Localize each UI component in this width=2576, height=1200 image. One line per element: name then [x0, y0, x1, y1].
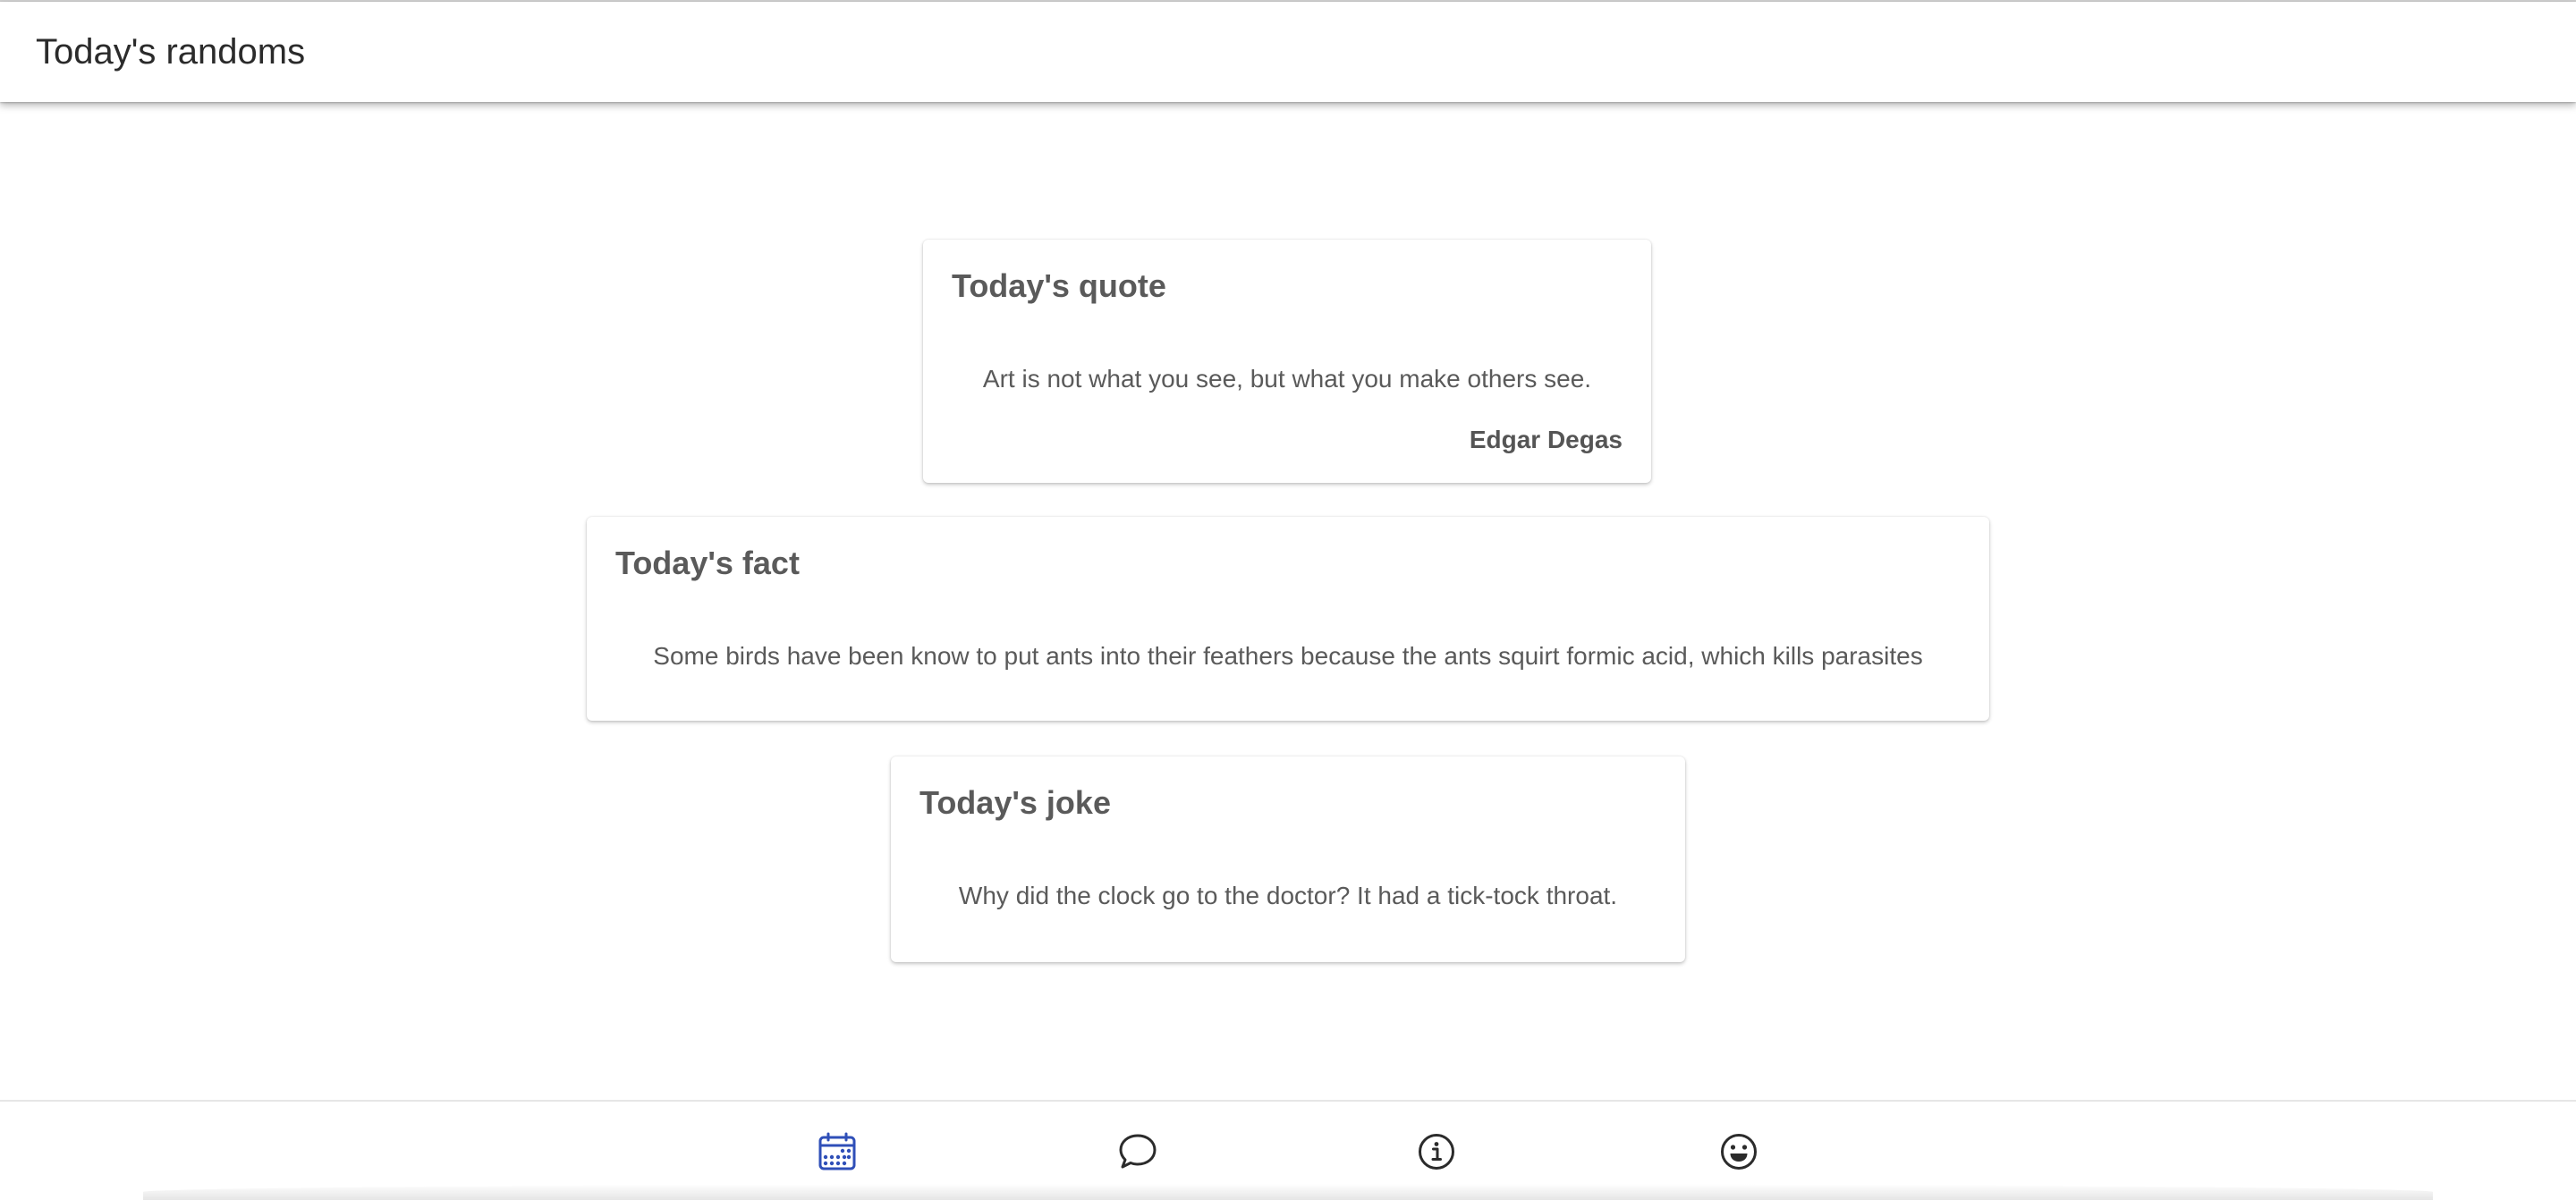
nav-button-quote[interactable] [1106, 1120, 1170, 1184]
joke-card: Today's joke Why did the clock go to the… [891, 756, 1685, 962]
app-bar: Today's randoms [0, 2, 2576, 102]
chat-bubble-icon [1119, 1134, 1157, 1169]
joke-card-title: Today's joke [919, 784, 1111, 821]
nav-button-joke[interactable] [1707, 1120, 1771, 1184]
info-icon [1419, 1134, 1454, 1170]
quote-card: Today's quote Art is not what you see, b… [923, 240, 1651, 483]
calendar-icon [818, 1132, 856, 1170]
fact-card-title: Today's fact [615, 545, 800, 581]
fact-card: Today's fact Some birds have been know t… [587, 517, 1989, 721]
fact-text: Some birds have been know to put ants in… [653, 642, 1923, 670]
nav-button-daily[interactable] [805, 1120, 869, 1184]
smiley-icon [1721, 1134, 1757, 1170]
quote-text: Art is not what you see, but what you ma… [982, 365, 1592, 393]
quote-author: Edgar Degas [1469, 426, 1623, 453]
quote-card-title: Today's quote [952, 267, 1166, 304]
joke-text: Why did the clock go to the doctor? It h… [958, 882, 1618, 909]
nav-button-fact[interactable] [1404, 1120, 1469, 1184]
bottom-navigation [0, 1100, 2576, 1200]
bottom-nav-shadow [143, 1184, 2433, 1200]
app-title: Today's randoms [36, 32, 306, 72]
